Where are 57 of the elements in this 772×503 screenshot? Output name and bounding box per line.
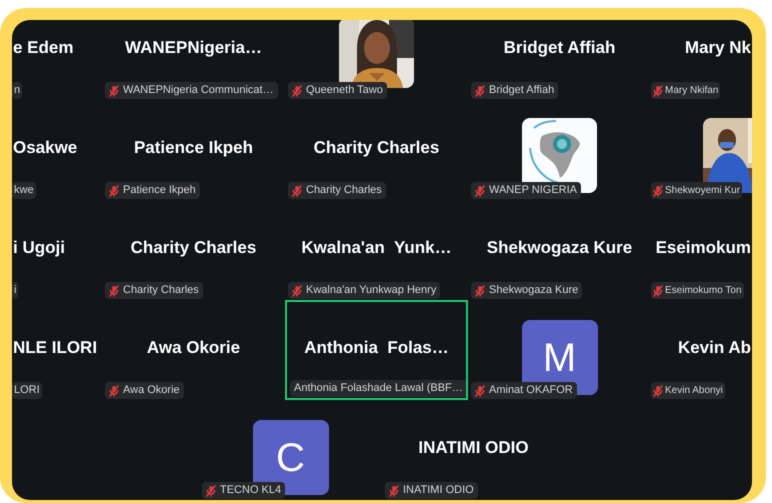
muted-mic-icon [109, 384, 119, 396]
participant-name: WANEPNigeria Communicat… [123, 85, 274, 96]
participant-name: Kwalna'an Yunkwap Henry [306, 285, 436, 296]
participant-display-name: Bridget Affiah [504, 37, 616, 60]
muted-mic-icon [475, 284, 485, 296]
muted-mic-icon [475, 84, 485, 96]
participant-name: Anthonia Folashade Lawal (BBF… [294, 383, 463, 394]
muted-mic-icon [475, 384, 485, 396]
participant-name: n [14, 85, 20, 96]
participant-name: INATIMI ODIO [403, 485, 474, 496]
participant-display-name: Patience Ikpeh [134, 137, 254, 160]
participant-name: Bridget Affiah [489, 85, 554, 96]
participant-name: WANEP NIGERIA [489, 185, 578, 196]
participant-display-name: Mary Nk [684, 37, 752, 60]
participant-display-name: Osakwe [12, 137, 78, 160]
participant-display-name: Awa Okorie [146, 337, 240, 360]
participant-name: Charity Charles [306, 185, 382, 196]
muted-mic-icon [292, 284, 302, 296]
participant-name: Aminat OKAFOR [489, 385, 573, 396]
participant-display-name: e Edem [12, 37, 74, 60]
participant-name: Charity Charles [123, 285, 199, 296]
participant-name: Queeneth Tawo [306, 85, 383, 96]
participant-name: Kevin Abonyi [665, 386, 723, 396]
participant-display-name: Charity Charles [314, 137, 440, 160]
active-speaker-tile[interactable]: Anthonia Folas… Anthonia Folashade Lawal (BBF… [285, 300, 468, 400]
participant-display-name: Anthonia Folas… [304, 337, 449, 360]
muted-mic-icon [109, 284, 119, 296]
participant-display-name: Charity Charles [130, 237, 256, 260]
participant-name: Patience Ikpeh [123, 185, 196, 196]
participant-display-name: INATIMI ODIO [418, 437, 529, 460]
participant-name: Shekwogaza Kure [489, 285, 578, 296]
muted-mic-icon [653, 184, 663, 196]
muted-mic-icon [109, 84, 119, 96]
muted-mic-icon [389, 484, 399, 496]
participant-display-name: Kwalna'an Yunk… [301, 237, 452, 260]
participant-name: Eseimokumo Ton [665, 286, 742, 296]
muted-mic-icon [653, 84, 663, 96]
participant-display-name: Shekwogaza Kure [486, 237, 632, 260]
participant-display-name: i Ugoji [12, 237, 65, 260]
participant-name: LORI [14, 385, 40, 396]
muted-mic-icon [109, 184, 119, 196]
participant-name: Mary Nkifan [665, 86, 718, 96]
participant-name: kwe [14, 185, 34, 196]
muted-mic-icon [653, 284, 663, 296]
muted-mic-icon [653, 384, 663, 396]
participant-name: Shekwoyemi Kur [665, 186, 740, 196]
muted-mic-icon [292, 184, 302, 196]
participant-display-name: WANEPNigeria… [125, 37, 262, 60]
participant-display-name: Kevin Ab [678, 337, 752, 360]
participant-name: i [14, 285, 16, 296]
muted-mic-icon [206, 484, 216, 496]
participant-display-name: NLE ILORI [12, 337, 98, 360]
participant-display-name: Eseimokum [656, 237, 752, 260]
participant-name: Awa Okorie [123, 385, 180, 396]
muted-mic-icon [475, 184, 485, 196]
participant-name: TECNO KL4 [220, 485, 282, 496]
muted-mic-icon [292, 84, 302, 96]
